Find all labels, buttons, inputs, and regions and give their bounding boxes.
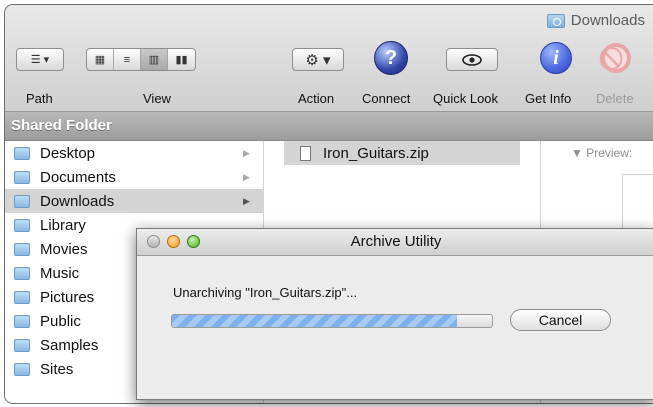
toolbar: Downloads ☰ ▾ Path ▦ ≡ ▥ ▮▮ View ⚙ ▾ Act…: [5, 5, 653, 112]
gear-icon: ⚙ ▾: [305, 51, 331, 69]
music-folder-icon: [14, 266, 30, 280]
progress-fill: [172, 315, 457, 327]
zip-file-icon: [300, 145, 311, 161]
pictures-folder-icon: [14, 290, 30, 304]
delete-icon[interactable]: ⃠: [601, 43, 631, 73]
path-menu-icon: ☰ ▾: [30, 54, 50, 66]
eye-icon: [462, 53, 482, 66]
disclosure-arrow-icon: ▶: [243, 195, 250, 206]
downloads-folder-icon: [14, 194, 30, 208]
delete-label: Delete: [596, 91, 634, 106]
column-item-desktop[interactable]: Desktop ▶: [5, 141, 263, 165]
view-label: View: [143, 91, 171, 106]
unarchiving-message: Unarchiving "Iron_Guitars.zip"...: [173, 285, 358, 300]
view-segmented-control: ▦ ≡ ▥ ▮▮: [86, 48, 196, 71]
column-item-label: Samples: [40, 336, 99, 354]
dialog-title-bar: Archive Utility: [137, 229, 653, 256]
folder-icon: [14, 338, 30, 352]
column-item-label: Movies: [40, 240, 88, 258]
sites-folder-icon: [14, 362, 30, 376]
path-button[interactable]: ☰ ▾: [16, 48, 64, 71]
file-item-label: Iron_Guitars.zip: [323, 144, 429, 162]
column-item-documents[interactable]: Documents ▶: [5, 165, 263, 189]
column-item-label: Desktop: [40, 144, 96, 162]
column-item-label: Downloads: [40, 192, 115, 210]
disclosure-arrow-icon: ▶: [243, 147, 250, 158]
list-icon: ≡: [123, 53, 131, 66]
column-item-label: Pictures: [40, 288, 95, 306]
disclosure-arrow-icon: ▶: [243, 171, 250, 182]
progress-bar: [171, 314, 493, 328]
archive-utility-dialog: Archive Utility Unarchiving "Iron_Guitar…: [136, 228, 653, 400]
connect-globe-icon[interactable]: ?: [374, 41, 408, 75]
shared-folder-bar: Shared Folder: [5, 112, 653, 141]
window-title: Downloads: [546, 12, 645, 29]
columns-icon: ▥: [148, 54, 160, 66]
grid-icon: ▦: [94, 54, 106, 66]
coverflow-icon: ▮▮: [175, 54, 188, 66]
folder-icon: [14, 170, 30, 184]
window-title-label: Downloads: [570, 12, 645, 29]
movies-folder-icon: [14, 242, 30, 256]
view-icon-mode-button[interactable]: ▦: [87, 49, 114, 70]
get-info-label: Get Info: [525, 91, 572, 106]
column-item-downloads[interactable]: Downloads ▶: [5, 189, 263, 213]
get-info-icon[interactable]: i: [540, 42, 572, 74]
folder-icon: [14, 146, 30, 160]
shared-folder-label: Shared Folder: [11, 117, 112, 134]
quick-look-button[interactable]: [446, 48, 498, 71]
view-list-mode-button[interactable]: ≡: [114, 49, 141, 70]
cancel-button[interactable]: Cancel: [510, 309, 611, 331]
public-folder-icon: [14, 314, 30, 328]
folder-icon: [546, 13, 565, 28]
file-item-iron-guitars[interactable]: Iron_Guitars.zip: [284, 141, 520, 165]
action-button[interactable]: ⚙ ▾: [292, 48, 344, 71]
view-coverflow-mode-button[interactable]: ▮▮: [168, 49, 195, 70]
column-item-label: Documents: [40, 168, 116, 186]
quick-look-label: Quick Look: [433, 91, 499, 106]
column-item-label: Sites: [40, 360, 74, 378]
dialog-title: Archive Utility: [350, 233, 442, 250]
action-label: Action: [298, 91, 335, 106]
preview-label[interactable]: ▼ Preview:: [571, 146, 632, 160]
view-column-mode-button[interactable]: ▥: [141, 49, 168, 70]
library-folder-icon: [14, 218, 30, 232]
column-item-label: Library: [40, 216, 86, 234]
column-item-label: Public: [40, 312, 81, 330]
column-item-label: Music: [40, 264, 80, 282]
path-label: Path: [26, 91, 53, 106]
preview-thumbnail: [622, 174, 653, 236]
connect-label: Connect: [362, 91, 411, 106]
